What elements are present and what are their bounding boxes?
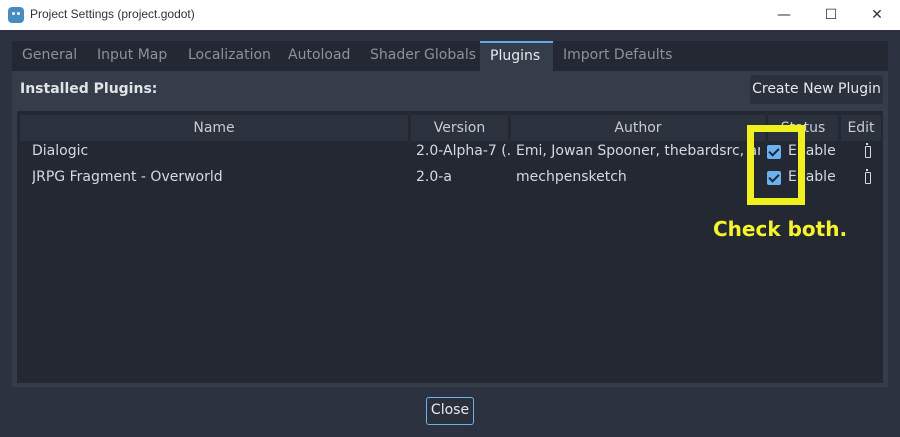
minimize-button[interactable]: — (761, 0, 807, 30)
close-button[interactable]: Close (426, 397, 474, 425)
create-new-plugin-button[interactable]: Create New Plugin (750, 75, 883, 104)
tab-plugins[interactable]: Plugins (480, 41, 553, 71)
plugin-author: mechpensketch (516, 169, 627, 185)
window-title: Project Settings (project.godot) (30, 7, 195, 21)
highlight-box (747, 125, 805, 205)
tab-autoload[interactable]: Autoload (278, 41, 360, 71)
tab-localization[interactable]: Localization (178, 41, 281, 71)
annotation-text: Check both. (713, 217, 848, 241)
column-header-version[interactable]: Version (411, 115, 508, 141)
plugin-author: Emi, Jowan Spooner, thebardsrc, and (516, 143, 760, 159)
installed-plugins-label: Installed Plugins: (20, 81, 158, 97)
tab-import-defaults[interactable]: Import Defaults (553, 41, 682, 71)
column-header-author[interactable]: Author (511, 115, 765, 141)
plugin-version: 2.0-Alpha-7 (... (416, 143, 511, 159)
edit-icon[interactable] (865, 169, 871, 184)
tab-bar: General Input Map Localization Autoload … (12, 41, 888, 71)
tab-input-map[interactable]: Input Map (87, 41, 177, 71)
edit-icon[interactable] (865, 143, 871, 158)
plugin-version: 2.0-a (416, 169, 452, 185)
tab-shader-globals[interactable]: Shader Globals (360, 41, 486, 71)
tab-general[interactable]: General (12, 41, 87, 71)
godot-logo-icon (8, 7, 24, 23)
plugin-name: JRPG Fragment - Overworld (32, 169, 223, 185)
close-window-button[interactable]: ✕ (854, 0, 900, 30)
column-header-edit[interactable]: Edit (841, 115, 881, 141)
plugin-name: Dialogic (32, 143, 89, 159)
column-header-name[interactable]: Name (20, 115, 408, 141)
window-title-bar: Project Settings (project.godot) — ☐ ✕ (0, 0, 900, 30)
maximize-button[interactable]: ☐ (808, 0, 854, 30)
